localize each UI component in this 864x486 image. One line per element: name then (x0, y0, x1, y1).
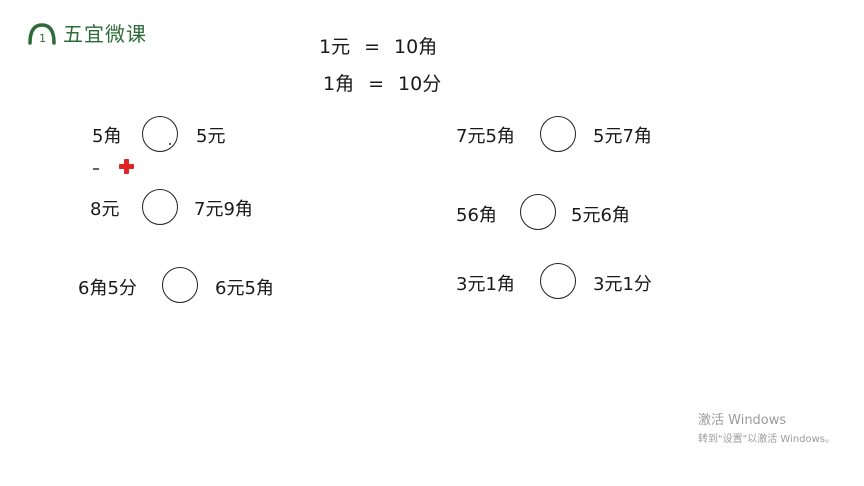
red-cross-icon (119, 159, 134, 174)
rule-yuan-jiao: 1元 = 10角 (319, 32, 437, 59)
problem-1-right: 5元 (196, 126, 226, 147)
problem-6-left: 3元1角 (456, 274, 515, 295)
windows-activation-watermark: 激活 Windows 转到"设置"以激活 Windows。 (698, 409, 835, 445)
rule-left: 1角 (323, 73, 355, 95)
svg-text:1: 1 (39, 32, 46, 45)
problem-4-answer-circle[interactable] (540, 116, 576, 152)
logo-text: 五宜微课 (63, 22, 147, 46)
problem-2-right: 7元9角 (194, 199, 253, 220)
problem-6-right: 3元1分 (593, 274, 652, 295)
problem-3-left: 6角5分 (78, 278, 137, 299)
rule-equals: = (364, 36, 381, 58)
problem-1-answer-circle[interactable] (142, 116, 178, 152)
cursor-dot (169, 143, 171, 145)
problem-4-left: 7元5角 (456, 126, 515, 147)
small-dash-mark (93, 168, 99, 170)
problem-4-right: 5元7角 (593, 126, 652, 147)
problem-5-right: 5元6角 (571, 205, 630, 226)
problem-3-right: 6元5角 (215, 278, 274, 299)
rule-right: 10角 (394, 36, 438, 58)
rule-right: 10分 (398, 73, 442, 95)
logo-mark-icon: 1 (27, 21, 57, 45)
problem-6-answer-circle[interactable] (540, 263, 576, 299)
rule-left: 1元 (319, 36, 351, 58)
problem-3-answer-circle[interactable] (162, 267, 198, 303)
problem-5-left: 56角 (456, 205, 497, 226)
activation-subtitle: 转到"设置"以激活 Windows。 (698, 434, 836, 445)
rule-jiao-fen: 1角 = 10分 (323, 69, 441, 96)
problem-1-left: 5角 (92, 126, 122, 147)
activation-title: 激活 Windows (698, 413, 787, 428)
rule-equals: = (368, 73, 385, 95)
problem-5-answer-circle[interactable] (520, 194, 556, 230)
logo: 1 五宜微课 (27, 18, 147, 47)
problem-2-left: 8元 (90, 199, 120, 220)
problem-2-answer-circle[interactable] (142, 189, 178, 225)
